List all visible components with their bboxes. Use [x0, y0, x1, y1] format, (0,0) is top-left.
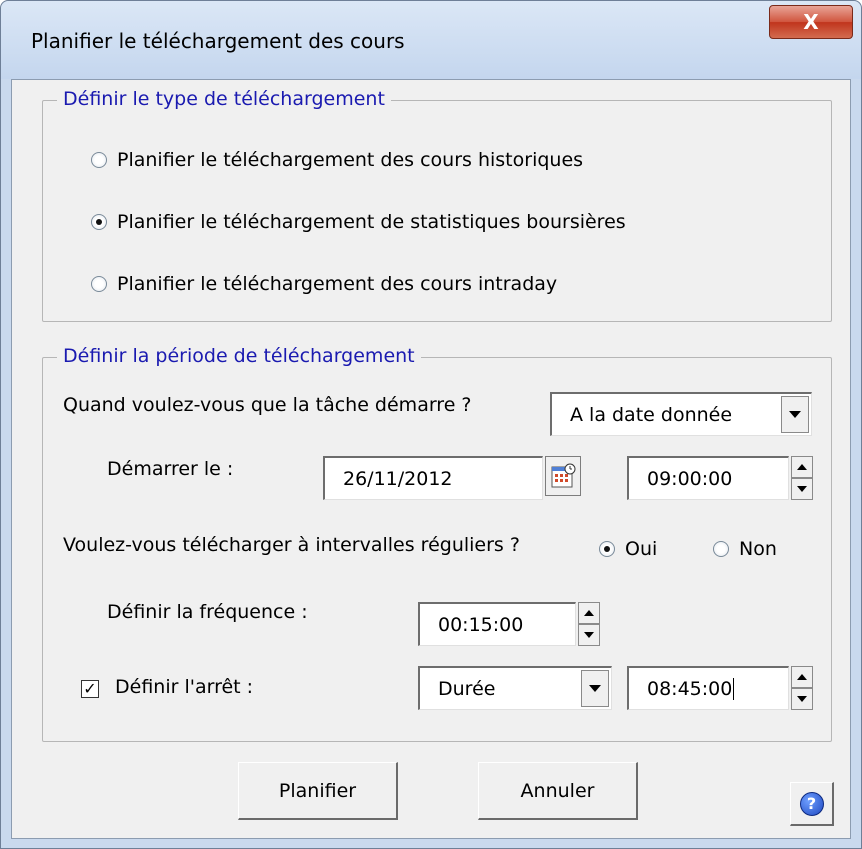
start-date-field[interactable]: 26/11/2012: [323, 456, 543, 500]
radio-statistics-label: Planifier le téléchargement de statistiq…: [117, 211, 626, 233]
spin-down-icon: [797, 486, 807, 492]
text-caret: [733, 677, 735, 700]
help-button[interactable]: ?: [790, 782, 834, 826]
radio-interval-no[interactable]: Non: [713, 538, 777, 560]
dialog-window: Planifier le téléchargement des cours X …: [0, 0, 862, 849]
stop-checkbox[interactable]: ✓: [81, 680, 99, 698]
stop-time-up-button[interactable]: [791, 666, 813, 688]
cancel-button[interactable]: Annuler: [478, 762, 638, 820]
calendar-icon: [551, 463, 576, 488]
type-groupbox: Définir le type de téléchargement Planif…: [42, 88, 832, 322]
frequency-field[interactable]: 00:15:00: [418, 602, 576, 646]
start-time-field[interactable]: 09:00:00: [627, 456, 789, 500]
spin-up-icon: [797, 674, 807, 680]
radio-interval-yes-label: Oui: [625, 538, 658, 560]
start-date-value: 26/11/2012: [343, 467, 453, 490]
stop-mode-dropdown-button[interactable]: [581, 670, 609, 707]
frequency-label: Définir la fréquence :: [107, 601, 308, 623]
radio-statistics[interactable]: Planifier le téléchargement de statistiq…: [91, 211, 626, 233]
radio-intraday-label: Planifier le téléchargement des cours in…: [117, 273, 558, 295]
stop-time-value: 08:45:00: [647, 677, 733, 700]
type-group-legend: Définir le type de téléchargement: [57, 88, 391, 110]
start-mode-dropdown-button[interactable]: [781, 396, 809, 433]
spin-down-icon: [797, 696, 807, 702]
dialog-client: Définir le type de téléchargement Planif…: [11, 79, 851, 839]
start-question-label: Quand voulez-vous que la tâche démarre ?: [63, 394, 472, 416]
interval-question-label: Voulez-vous télécharger à intervalles ré…: [63, 534, 520, 556]
start-mode-value: A la date donnée: [570, 403, 733, 426]
start-mode-select[interactable]: A la date donnée: [550, 392, 812, 436]
stop-time-spinner[interactable]: [791, 666, 813, 710]
frequency-up-button[interactable]: [578, 602, 600, 624]
schedule-button[interactable]: Planifier: [238, 762, 398, 820]
chevron-down-icon: [789, 411, 801, 418]
help-icon: ?: [799, 791, 824, 816]
radio-interval-no-indicator[interactable]: [713, 541, 729, 557]
stop-time-field[interactable]: 08:45:00: [627, 666, 789, 710]
radio-interval-yes[interactable]: Oui: [599, 538, 657, 560]
calendar-button[interactable]: [545, 456, 581, 496]
title-bar[interactable]: Planifier le téléchargement des cours X: [1, 1, 861, 79]
window-title: Planifier le téléchargement des cours: [31, 29, 405, 53]
start-time-down-button[interactable]: [791, 478, 813, 500]
spin-down-icon: [584, 632, 594, 638]
frequency-value: 00:15:00: [438, 613, 524, 636]
start-time-value: 09:00:00: [647, 467, 733, 490]
spin-up-icon: [797, 464, 807, 470]
start-time-spinner[interactable]: [791, 456, 813, 500]
stop-mode-value: Durée: [438, 677, 496, 700]
frequency-down-button[interactable]: [578, 624, 600, 646]
start-date-label: Démarrer le :: [107, 458, 234, 480]
frequency-spinner[interactable]: [578, 602, 600, 646]
radio-intraday[interactable]: Planifier le téléchargement des cours in…: [91, 273, 557, 295]
stop-time-down-button[interactable]: [791, 688, 813, 710]
schedule-button-label: Planifier: [278, 779, 357, 802]
radio-intraday-indicator[interactable]: [91, 276, 107, 292]
radio-historical-indicator[interactable]: [91, 152, 107, 168]
close-icon: X: [803, 10, 819, 34]
start-time-up-button[interactable]: [791, 456, 813, 478]
period-group-legend: Définir la période de téléchargement: [57, 345, 421, 367]
radio-interval-yes-indicator[interactable]: [599, 541, 615, 557]
stop-mode-select[interactable]: Durée: [418, 666, 612, 710]
radio-statistics-indicator[interactable]: [91, 214, 107, 230]
radio-historical-label: Planifier le téléchargement des cours hi…: [117, 149, 584, 171]
radio-interval-no-label: Non: [739, 538, 777, 560]
close-button[interactable]: X: [769, 5, 853, 39]
radio-historical[interactable]: Planifier le téléchargement des cours hi…: [91, 149, 583, 171]
period-groupbox: Définir la période de téléchargement Qua…: [42, 345, 832, 742]
cancel-button-label: Annuler: [520, 779, 595, 802]
stop-label: Définir l'arrêt :: [115, 676, 254, 698]
chevron-down-icon: [589, 685, 601, 692]
spin-up-icon: [584, 610, 594, 616]
